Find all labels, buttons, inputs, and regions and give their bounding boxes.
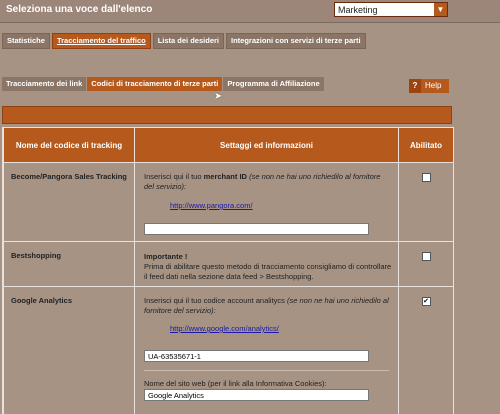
tracking-table-container: Nome del codice di tracking Settaggi ed …	[2, 127, 454, 414]
column-header-settings: Settaggi ed informazioni	[134, 127, 399, 163]
chevron-down-icon[interactable]: ▼	[434, 3, 447, 16]
site-name-label: Nome del sito web (per il link alla Info…	[144, 379, 327, 388]
row-name: Bestshopping	[3, 241, 135, 287]
site-name-input[interactable]: Google Analytics	[144, 389, 369, 401]
question-icon: ?	[409, 79, 421, 93]
google-analytics-enabled-checkbox[interactable]: ✔	[421, 297, 431, 306]
table-row: Google Analytics Inserisci qui il tuo co…	[3, 286, 453, 414]
divider	[144, 370, 389, 371]
column-header-enabled: Abilitato	[398, 127, 453, 163]
table-header-row: Nome del codice di tracking Settaggi ed …	[3, 127, 453, 163]
main-tabs: Statistiche Tracciamento del traffico Li…	[2, 33, 366, 49]
table-row: Become/Pangora Sales Tracking Inserisci …	[3, 162, 453, 242]
row-settings: Inserisci qui il tuo codice account anal…	[134, 286, 399, 414]
google-analytics-link[interactable]: http://www.google.com/analytics/	[170, 324, 279, 333]
row-name: Google Analytics	[3, 286, 135, 414]
pangora-link[interactable]: http://www.pangora.com/	[170, 201, 253, 210]
section-select[interactable]: Marketing ▼	[334, 2, 448, 17]
section-select-value: Marketing	[338, 5, 378, 15]
help-button[interactable]: ? Help	[409, 79, 449, 93]
subtab-codici-tracciamento[interactable]: Codici di tracciamento di terze parti	[87, 77, 223, 91]
subtab-tracciamento-link[interactable]: Tracciamento dei link	[2, 77, 87, 91]
help-label: Help	[425, 81, 442, 90]
tab-lista-desideri[interactable]: Lista dei desideri	[152, 33, 224, 49]
tab-tracciamento-traffico[interactable]: Tracciamento del traffico	[51, 33, 151, 49]
row-name: Become/Pangora Sales Tracking	[3, 162, 135, 242]
merchant-id-input[interactable]	[144, 223, 369, 235]
tab-statistiche[interactable]: Statistiche	[2, 33, 50, 49]
row-settings: Importante ! Prima di abilitare questo m…	[134, 241, 399, 287]
tab-integrazioni[interactable]: Integrazioni con servizi di terze parti	[226, 33, 366, 49]
table-row: Bestshopping Importante ! Prima di abili…	[3, 241, 453, 287]
row-settings: Inserisci qui il tuo merchant ID (se non…	[134, 162, 399, 242]
sub-tabs: Tracciamento dei link Codici di tracciam…	[2, 77, 324, 93]
subtab-affiliazione[interactable]: Programma di Affiliazione	[223, 77, 324, 91]
tracking-table: Nome del codice di tracking Settaggi ed …	[3, 127, 453, 414]
mouse-cursor-icon: ➤	[214, 91, 223, 102]
bestshopping-enabled-checkbox[interactable]	[421, 252, 431, 261]
column-header-name: Nome del codice di tracking	[3, 127, 135, 163]
panel-header-bar	[2, 106, 452, 124]
page-title: Seleziona una voce dall'elenco	[6, 4, 153, 15]
become-enabled-checkbox[interactable]	[421, 173, 431, 182]
top-bar: Seleziona una voce dall'elenco Marketing…	[0, 0, 500, 23]
analytics-account-input[interactable]: UA-63535671-1	[144, 350, 369, 362]
